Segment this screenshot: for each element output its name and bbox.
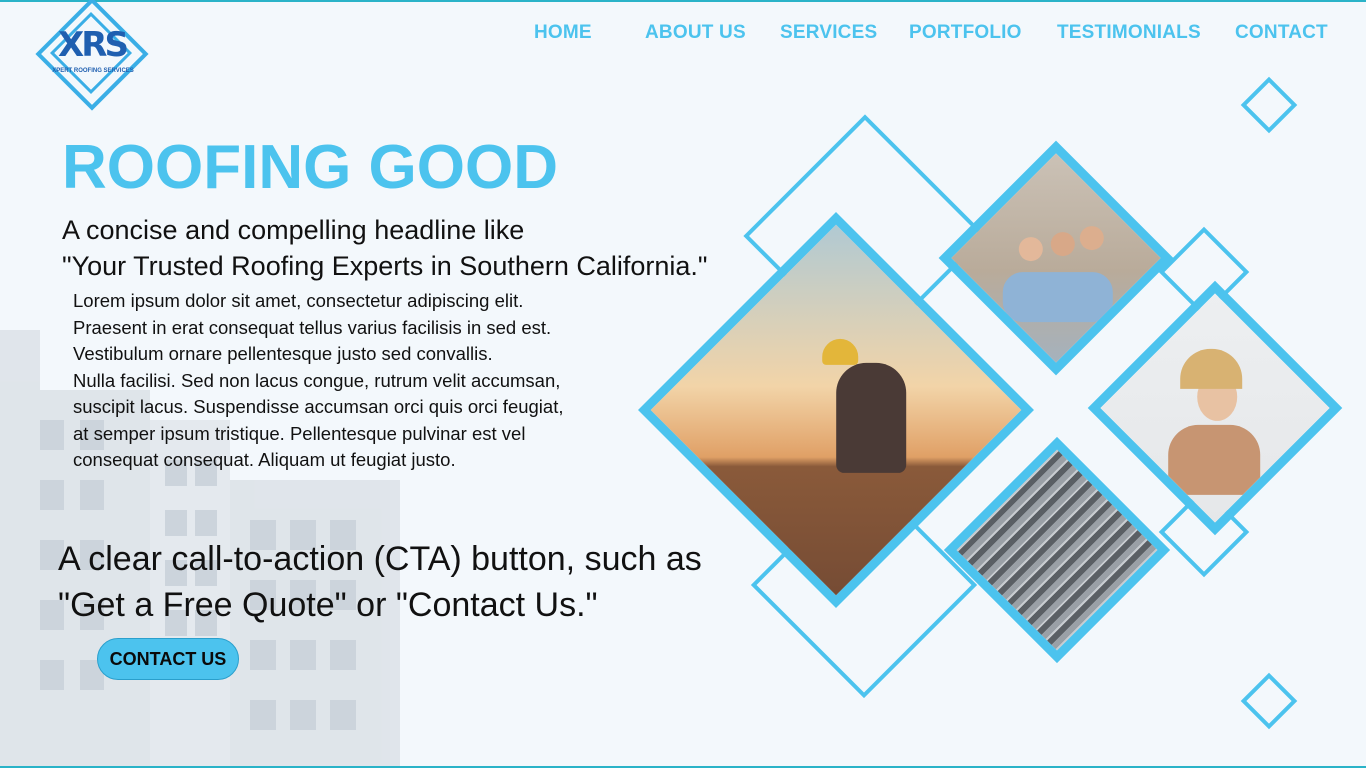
hero-subheadline: A concise and compelling headline like "… xyxy=(62,212,762,284)
top-border xyxy=(0,0,1366,2)
cta-line-2: "Get a Free Quote" or "Contact Us." xyxy=(58,586,598,624)
body-line: consequat consequat. Aliquam ut feugiat … xyxy=(73,449,456,470)
small-diamond xyxy=(1240,76,1298,134)
subhead-line-2: "Your Trusted Roofing Experts in Souther… xyxy=(62,251,708,281)
main-nav: HOME ABOUT US SERVICES PORTFOLIO TESTIMO… xyxy=(0,22,1366,48)
body-line: Nulla facilisi. Sed non lacus congue, ru… xyxy=(73,369,561,391)
happy-woman-photo xyxy=(1087,280,1343,536)
cta-text: A clear call-to-action (CTA) button, suc… xyxy=(58,536,758,628)
cta-line-1: A clear call-to-action (CTA) button, suc… xyxy=(58,540,702,578)
nav-contact[interactable]: CONTACT xyxy=(1235,22,1328,44)
logo-subtitle: XPERT ROOFING SERVICES xyxy=(52,68,134,74)
nav-home[interactable]: HOME xyxy=(534,22,592,44)
body-line: suscipit lacus. Suspendisse accumsan orc… xyxy=(73,396,564,417)
body-line: Praesent in erat consequat tellus varius… xyxy=(73,316,552,338)
nav-testimonials[interactable]: TESTIMONIALS xyxy=(1057,22,1201,44)
body-line: Lorem ipsum dolor sit amet, consectetur … xyxy=(73,290,524,311)
small-diamond xyxy=(1240,672,1298,730)
nav-portfolio[interactable]: PORTFOLIO xyxy=(909,22,1022,44)
body-line: Vestibulum ornare pellentesque justo sed… xyxy=(73,343,493,364)
subhead-line-1: A concise and compelling headline like xyxy=(62,215,525,245)
hero-headline: ROOFING GOOD xyxy=(62,133,558,202)
hero-body-text: Lorem ipsum dolor sit amet, consectetur … xyxy=(73,288,633,474)
body-line: at semper ipsum tristique. Pellentesque … xyxy=(73,422,526,444)
nav-services[interactable]: SERVICES xyxy=(780,22,877,44)
contact-us-button[interactable]: CONTACT US xyxy=(97,638,239,680)
metal-roof-photo xyxy=(943,436,1171,664)
nav-about-us[interactable]: ABOUT US xyxy=(645,22,746,44)
family-photo xyxy=(938,140,1174,376)
